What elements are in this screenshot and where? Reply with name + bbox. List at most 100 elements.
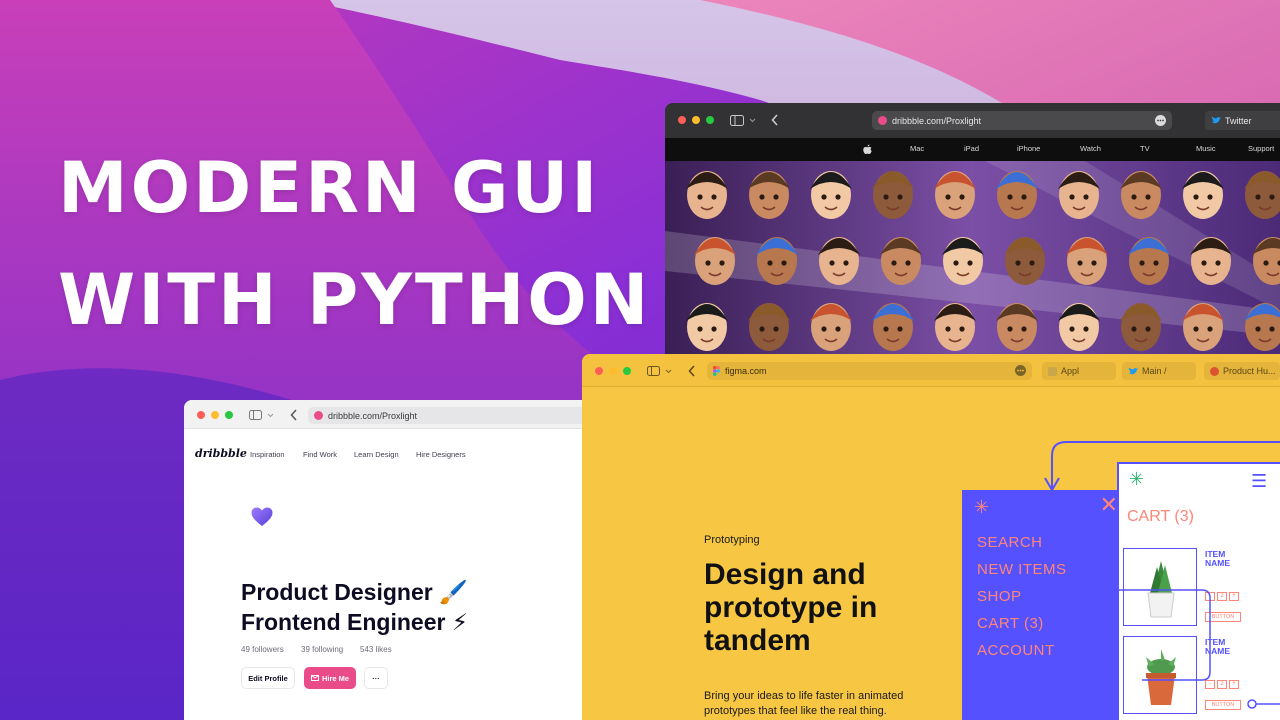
qty-decrement[interactable]: - bbox=[1205, 592, 1215, 601]
product-thumbnail[interactable] bbox=[1123, 548, 1197, 626]
hire-me-label: Hire Me bbox=[321, 673, 350, 683]
sidebar-icon[interactable] bbox=[647, 366, 660, 376]
traffic-lights bbox=[595, 367, 631, 375]
browser-toolbar: dribbble.com/Proxlight Twitter bbox=[665, 103, 1280, 138]
plant-pot-icon bbox=[1146, 649, 1176, 705]
menu-item-cart[interactable]: CART (3) bbox=[977, 615, 1044, 632]
profile-headline-line-1: Product Designer 🖌️ bbox=[241, 579, 468, 605]
menu-item-shop[interactable]: SHOP bbox=[977, 588, 1022, 605]
tab-apple[interactable]: Appl bbox=[1042, 362, 1116, 380]
apple-nav-tv[interactable]: TV bbox=[1140, 144, 1150, 153]
back-chevron-icon[interactable] bbox=[771, 114, 779, 126]
tab-twitter[interactable]: Twitter bbox=[1205, 111, 1280, 130]
qty-value: 2 bbox=[1217, 592, 1227, 601]
zoom-window-button[interactable] bbox=[225, 411, 233, 419]
address-bar-url: dribbble.com/Proxlight bbox=[892, 115, 982, 126]
browser-window-figma: figma.com Appl Main / Product Hu... Prot… bbox=[582, 354, 1280, 720]
nav-inspiration[interactable]: Inspiration bbox=[250, 450, 285, 459]
minimize-window-button[interactable] bbox=[692, 116, 700, 124]
close-window-button[interactable] bbox=[197, 411, 205, 419]
close-window-button[interactable] bbox=[595, 367, 603, 375]
apple-logo-icon[interactable] bbox=[863, 144, 872, 155]
traffic-lights bbox=[678, 116, 714, 124]
hamburger-icon[interactable]: ☰ bbox=[1251, 472, 1267, 490]
section-body: Bring your ideas to life faster in anima… bbox=[704, 689, 903, 719]
sidebar-icon[interactable] bbox=[249, 410, 262, 420]
quantity-stepper[interactable]: - 2 + bbox=[1205, 680, 1239, 689]
sidebar-icon[interactable] bbox=[730, 115, 744, 126]
likes-count[interactable]: 543 likes bbox=[360, 645, 392, 654]
tab-label: Product Hu... bbox=[1223, 366, 1276, 376]
chevron-down-icon[interactable] bbox=[665, 369, 672, 374]
prototype-cart-frame: ✳ ☰ CART (3) ITEM NAME - 2 + BUTTON ITEM… bbox=[1117, 462, 1280, 720]
more-options-icon[interactable] bbox=[1015, 365, 1026, 376]
dribbble-logo[interactable]: dribbble bbox=[195, 447, 247, 460]
section-title-line-1: Design and bbox=[704, 558, 866, 591]
zoom-window-button[interactable] bbox=[706, 116, 714, 124]
more-actions-label: ··· bbox=[372, 673, 380, 683]
nav-hire-designers[interactable]: Hire Designers bbox=[416, 450, 466, 459]
minimize-window-button[interactable] bbox=[609, 367, 617, 375]
back-chevron-icon[interactable] bbox=[290, 409, 298, 421]
product-thumbnail[interactable] bbox=[1123, 636, 1197, 714]
product-hunt-favicon-icon bbox=[1210, 366, 1219, 376]
chevron-down-icon[interactable] bbox=[749, 118, 756, 123]
qty-increment[interactable]: + bbox=[1229, 680, 1239, 689]
menu-item-search[interactable]: SEARCH bbox=[977, 534, 1043, 551]
edit-profile-label: Edit Profile bbox=[248, 673, 288, 683]
dribbble-favicon-icon bbox=[314, 411, 323, 420]
back-chevron-icon[interactable] bbox=[688, 365, 696, 377]
following-count[interactable]: 39 following bbox=[301, 645, 343, 654]
close-window-button[interactable] bbox=[678, 116, 686, 124]
section-body-line-2: prototypes that feel like the real thing… bbox=[704, 705, 887, 717]
cart-title: CART (3) bbox=[1127, 508, 1194, 525]
apple-nav-watch[interactable]: Watch bbox=[1080, 144, 1101, 153]
plant-pot-icon bbox=[1147, 561, 1175, 618]
nav-find-work[interactable]: Find Work bbox=[303, 450, 337, 459]
browser-window-apple: dribbble.com/Proxlight Twitter Mac iPad … bbox=[665, 103, 1280, 358]
video-headline: MODERN GUI WITH PYTHON bbox=[58, 132, 651, 356]
qty-value: 2 bbox=[1217, 680, 1227, 689]
apple-nav-ipad[interactable]: iPad bbox=[964, 144, 979, 153]
address-bar[interactable]: dribbble.com/Proxlight bbox=[308, 407, 584, 424]
apple-nav-music[interactable]: Music bbox=[1196, 144, 1216, 153]
tab-product-hunt[interactable]: Product Hu... bbox=[1204, 362, 1280, 380]
minimize-window-button[interactable] bbox=[211, 411, 219, 419]
sparkle-icon: ✳ bbox=[974, 497, 990, 517]
address-bar[interactable]: dribbble.com/Proxlight bbox=[872, 111, 1172, 130]
more-actions-button[interactable]: ··· bbox=[364, 667, 388, 689]
tab-twitter[interactable]: Main / bbox=[1122, 362, 1196, 380]
section-title-line-2: prototype in bbox=[704, 591, 878, 624]
menu-item-new-items[interactable]: NEW ITEMS bbox=[977, 561, 1067, 578]
browser-window-dribbble: dribbble.com/Proxlight dribbble Inspirat… bbox=[184, 400, 584, 720]
apple-nav-iphone[interactable]: iPhone bbox=[1017, 144, 1040, 153]
item-button[interactable]: BUTTON bbox=[1205, 612, 1241, 622]
item-name: ITEM NAME bbox=[1205, 638, 1241, 656]
quantity-stepper[interactable]: - 2 + bbox=[1205, 592, 1239, 601]
close-icon[interactable]: ✕ bbox=[1100, 494, 1118, 516]
apple-global-nav: Mac iPad iPhone Watch TV Music Support bbox=[665, 138, 1280, 161]
followers-count[interactable]: 49 followers bbox=[241, 645, 284, 654]
address-bar[interactable]: figma.com bbox=[707, 362, 1032, 380]
figma-favicon-icon bbox=[713, 366, 720, 376]
qty-increment[interactable]: + bbox=[1229, 592, 1239, 601]
address-bar-url: figma.com bbox=[725, 366, 767, 376]
apple-nav-support[interactable]: Support bbox=[1248, 144, 1274, 153]
apple-nav-mac[interactable]: Mac bbox=[910, 144, 924, 153]
nav-learn-design[interactable]: Learn Design bbox=[354, 450, 399, 459]
item-name-label: ITEM NAME bbox=[1205, 637, 1231, 656]
item-button[interactable]: BUTTON bbox=[1205, 700, 1241, 710]
chevron-down-icon[interactable] bbox=[267, 413, 274, 418]
twitter-bird-icon bbox=[1128, 367, 1138, 374]
section-eyebrow: Prototyping bbox=[704, 534, 760, 546]
browser-toolbar: figma.com Appl Main / Product Hu... bbox=[582, 354, 1280, 387]
hire-me-button[interactable]: Hire Me bbox=[304, 667, 356, 689]
profile-headline: Product Designer 🖌️ Frontend Engineer ⚡ bbox=[241, 577, 468, 637]
qty-decrement[interactable]: - bbox=[1205, 680, 1215, 689]
menu-item-account[interactable]: ACCOUNT bbox=[977, 642, 1055, 659]
more-options-icon[interactable] bbox=[1155, 115, 1166, 126]
section-title: Design and prototype in tandem bbox=[704, 558, 877, 657]
edit-profile-button[interactable]: Edit Profile bbox=[241, 667, 295, 689]
tab-label: Twitter bbox=[1225, 115, 1252, 126]
zoom-window-button[interactable] bbox=[623, 367, 631, 375]
